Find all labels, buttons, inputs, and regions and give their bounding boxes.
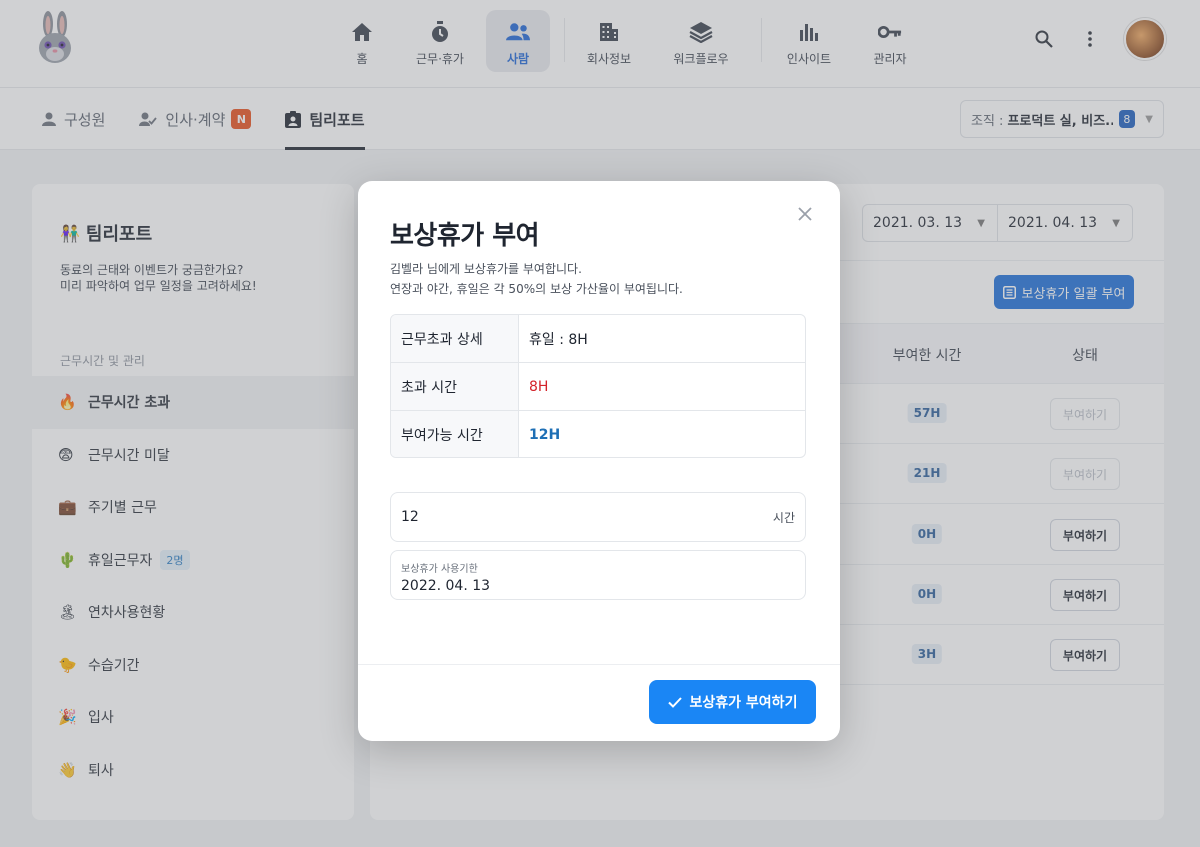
modal-description-line: 연장과 야간, 휴일은 각 50%의 보상 가산율이 부여됩니다.: [390, 282, 683, 296]
detail-value: 12H: [529, 427, 561, 443]
grant-comp-leave-modal: 보상휴가 부여 김벨라 님에게 보상휴가를 부여합니다. 연장과 야간, 휴일은…: [358, 181, 840, 741]
grant-submit-button[interactable]: 보상휴가 부여하기: [649, 680, 816, 724]
modal-footer-divider: [358, 664, 840, 665]
detail-row: 근무초과 상세 휴일 : 8H: [391, 315, 805, 363]
grant-submit-label: 보상휴가 부여하기: [689, 695, 798, 711]
expiry-date-value: 2022. 04. 13: [401, 578, 491, 594]
detail-row: 부여가능 시간 12H: [391, 411, 805, 457]
detail-value: 8H: [529, 378, 549, 395]
modal-description-line: 김벨라 님에게 보상휴가를 부여합니다.: [390, 262, 582, 276]
detail-key: 부여가능 시간: [391, 411, 519, 457]
expiry-date-label: 보상휴가 사용기한: [401, 564, 478, 575]
overtime-detail-table: 근무초과 상세 휴일 : 8H 초과 시간 8H 부여가능 시간 12H: [390, 314, 806, 458]
detail-value: 휴일 : 8H: [529, 331, 588, 348]
check-icon: [667, 696, 682, 708]
hours-input-value: 12: [401, 509, 419, 525]
detail-key: 근무초과 상세: [391, 315, 519, 362]
modal-title: 보상휴가 부여: [390, 221, 540, 251]
hours-input[interactable]: 12 시간: [390, 492, 806, 542]
expiry-date-field[interactable]: 보상휴가 사용기한 2022. 04. 13: [390, 550, 806, 600]
detail-key: 초과 시간: [391, 363, 519, 410]
detail-row: 초과 시간 8H: [391, 363, 805, 411]
modal-description: 김벨라 님에게 보상휴가를 부여합니다. 연장과 야간, 휴일은 각 50%의 …: [390, 259, 683, 299]
hours-unit: 시간: [772, 510, 795, 525]
close-icon[interactable]: [796, 205, 814, 223]
